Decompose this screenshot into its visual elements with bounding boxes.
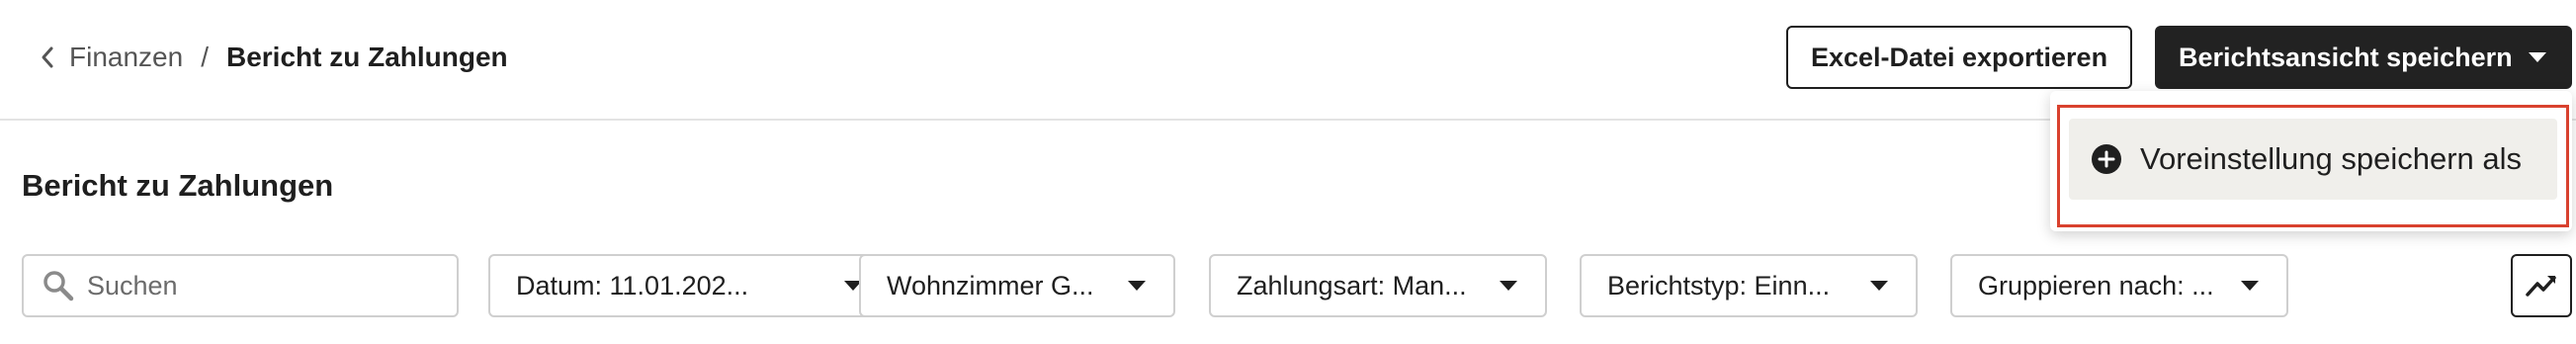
search-field[interactable] bbox=[22, 254, 459, 317]
export-excel-button[interactable]: Excel-Datei exportieren bbox=[1786, 26, 2132, 89]
save-report-view-button[interactable]: Berichtsansicht speichern bbox=[2155, 26, 2572, 89]
caret-down-icon bbox=[2241, 281, 2259, 291]
chevron-left-icon bbox=[42, 46, 53, 68]
save-report-view-label: Berichtsansicht speichern bbox=[2179, 42, 2513, 72]
save-preset-as-menu-item[interactable]: Voreinstellung speichern als bbox=[2069, 119, 2557, 200]
trend-chart-button[interactable] bbox=[2511, 254, 2572, 317]
filter-date-dropdown[interactable]: Datum: 11.01.202... bbox=[488, 254, 892, 317]
search-input[interactable] bbox=[87, 270, 423, 301]
filter-report-type-label: Berichtstyp: Einn... bbox=[1607, 270, 1831, 301]
plus-circle-icon bbox=[2092, 144, 2121, 174]
caret-down-icon bbox=[1500, 281, 1517, 291]
page-title: Bericht zu Zahlungen bbox=[22, 168, 334, 203]
trending-up-icon bbox=[2526, 276, 2556, 297]
breadcrumb-back-link[interactable]: Finanzen bbox=[40, 42, 183, 73]
caret-down-icon bbox=[2529, 52, 2546, 62]
filter-group-by-label: Gruppieren nach: ... bbox=[1978, 270, 2214, 301]
breadcrumb-parent[interactable]: Finanzen bbox=[69, 42, 183, 73]
export-excel-label: Excel-Datei exportieren bbox=[1810, 42, 2108, 72]
filter-property-dropdown[interactable]: Wohnzimmer G... bbox=[859, 254, 1175, 317]
caret-down-icon bbox=[1870, 281, 1888, 291]
search-icon bbox=[43, 271, 74, 301]
filter-property-label: Wohnzimmer G... bbox=[887, 270, 1094, 301]
save-preset-as-label: Voreinstellung speichern als bbox=[2140, 141, 2523, 176]
breadcrumb-separator: / bbox=[201, 42, 209, 72]
breadcrumb-current: Bericht zu Zahlungen bbox=[225, 42, 508, 72]
breadcrumb: Finanzen / Bericht zu Zahlungen bbox=[40, 40, 508, 75]
filter-payment-type-label: Zahlungsart: Man... bbox=[1237, 270, 1467, 301]
filter-report-type-dropdown[interactable]: Berichtstyp: Einn... bbox=[1580, 254, 1918, 317]
payments-report-page: Finanzen / Bericht zu Zahlungen Excel-Da… bbox=[0, 0, 2576, 344]
filter-group-by-dropdown[interactable]: Gruppieren nach: ... bbox=[1950, 254, 2288, 317]
filter-payment-type-dropdown[interactable]: Zahlungsart: Man... bbox=[1209, 254, 1547, 317]
caret-down-icon bbox=[1128, 281, 1146, 291]
filter-date-label: Datum: 11.01.202... bbox=[516, 270, 749, 301]
